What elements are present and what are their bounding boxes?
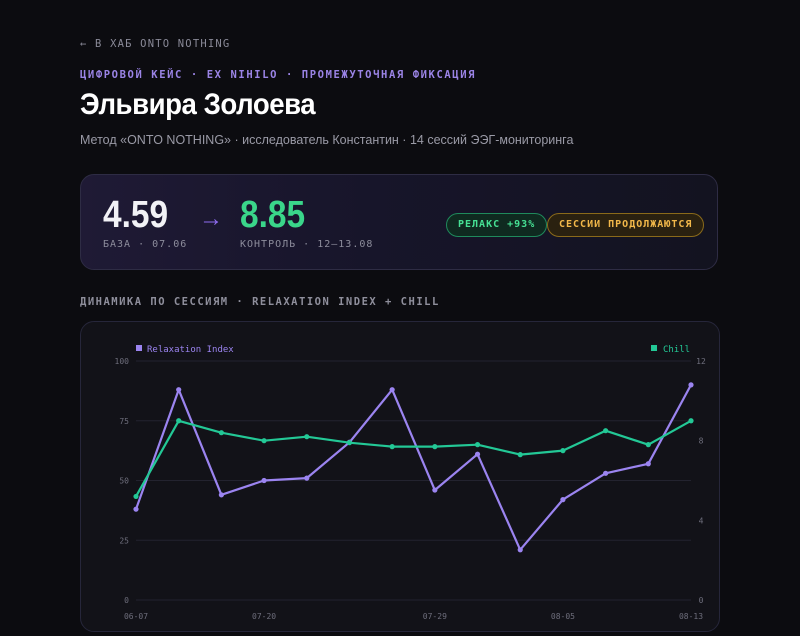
- section-title: ДИНАМИКА ПО СЕССИЯМ · RELAXATION INDEX +…: [80, 296, 440, 308]
- legend-swatch-chill: [651, 345, 657, 351]
- x-tick-label: 08-13: [679, 612, 703, 621]
- x-tick-label: 06-07: [124, 612, 148, 621]
- status-badge: СЕССИИ ПРОДОЛЖАЮТСЯ: [547, 213, 705, 237]
- base-metric: 4.59 БАЗА · 07.06: [103, 195, 187, 250]
- relax-badge: РЕЛАКС +93%: [446, 213, 548, 237]
- data-point-chill: [389, 444, 395, 450]
- y-left-tick-label: 100: [115, 357, 130, 366]
- data-point-chill: [432, 444, 438, 450]
- case-eyebrow: ЦИФРОВОЙ КЕЙС · EX NIHILO · ПРОМЕЖУТОЧНА…: [80, 69, 477, 81]
- data-point-chill: [517, 452, 523, 458]
- data-point-chill: [688, 418, 694, 424]
- series-line-relax: [134, 384, 692, 551]
- x-tick-label: 07-29: [423, 612, 447, 621]
- page-title: Эльвира Золоева: [80, 88, 316, 121]
- legend-label-chill: Chill: [663, 345, 690, 355]
- data-point-chill: [346, 440, 353, 446]
- data-point-relax: [133, 506, 139, 512]
- data-point-relax: [432, 487, 438, 493]
- y-left-tick-label: 0: [124, 596, 129, 605]
- y-right-tick-label: 8: [699, 437, 704, 446]
- data-point-relax: [304, 475, 310, 481]
- data-point-relax: [176, 387, 182, 393]
- data-point-relax: [474, 451, 481, 457]
- y-right-tick-label: 4: [699, 516, 704, 525]
- y-right-tick-label: 0: [699, 596, 704, 605]
- y-left-tick-label: 50: [119, 477, 129, 486]
- control-label: КОНТРОЛЬ · 12–13.08: [240, 239, 374, 250]
- data-point-relax: [389, 387, 395, 393]
- data-point-chill: [304, 434, 310, 440]
- base-value: 4.59: [103, 194, 169, 236]
- y-right-tick-label: 12: [696, 357, 706, 366]
- legend-label-relax: Relaxation Index: [147, 345, 234, 355]
- data-point-chill: [218, 430, 224, 436]
- data-point-relax: [688, 382, 694, 388]
- chart-card: Relaxation Index Chill 100 75 50 25 0 12 8 4 0 06…: [80, 321, 720, 632]
- base-label: БАЗА · 07.06: [103, 239, 188, 250]
- y-left-tick-label: 25: [119, 536, 129, 545]
- data-point-relax: [560, 497, 566, 503]
- data-point-chill: [176, 418, 182, 424]
- summary-card: 4.59 БАЗА · 07.06 → 8.85 КОНТРОЛЬ · 12–1…: [80, 174, 718, 270]
- data-point-chill: [560, 448, 566, 454]
- data-point-relax: [261, 477, 267, 484]
- x-tick-label: 07-20: [252, 612, 276, 621]
- y-left-tick-label: 75: [119, 417, 129, 426]
- legend-swatch-relax: [136, 345, 142, 351]
- data-point-relax: [645, 461, 651, 467]
- arrow-right-icon: →: [199, 205, 223, 232]
- sessions-line-chart: Relaxation Index Chill 100 75 50 25 0 12 8 4 0 06…: [115, 345, 706, 621]
- data-point-relax: [218, 492, 224, 498]
- data-point-chill: [261, 438, 267, 444]
- x-tick-label: 08-05: [551, 612, 575, 621]
- data-point-relax: [517, 547, 523, 553]
- data-point-chill: [603, 428, 609, 434]
- data-point-chill: [474, 442, 481, 448]
- control-value: 8.85: [240, 194, 306, 236]
- data-point-relax: [603, 470, 609, 476]
- back-to-hub-link[interactable]: ← В ХАБ ONTO NOTHING: [80, 38, 230, 50]
- page-subtitle: Метод «ONTO NOTHING» · исследователь Кон…: [80, 133, 574, 147]
- data-point-chill: [645, 442, 651, 448]
- data-point-chill: [133, 493, 139, 500]
- control-metric: 8.85 КОНТРОЛЬ · 12–13.08: [240, 195, 373, 250]
